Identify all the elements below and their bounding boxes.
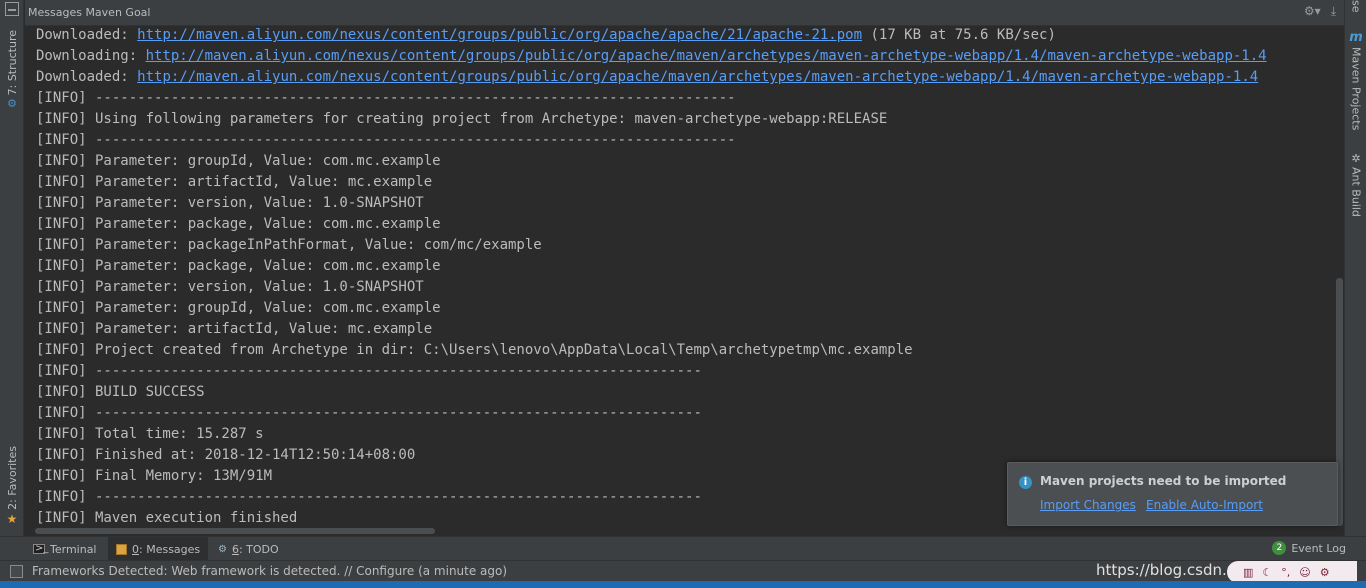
taskbar-strip xyxy=(0,581,1366,588)
tray-gear-icon[interactable]: ⚙ xyxy=(1320,566,1330,579)
right-tab-se-label: se xyxy=(1349,0,1363,13)
status-bar: Frameworks Detected: Web framework is de… xyxy=(0,560,1366,583)
tab-todo-label: : TODO xyxy=(238,542,279,556)
panel-title: Messages Maven Goal xyxy=(28,6,151,19)
messages-icon xyxy=(116,543,127,555)
tab-todo-number: 6 xyxy=(231,542,239,556)
window-layout-icon[interactable] xyxy=(5,2,19,16)
horizontal-scroll-thumb[interactable] xyxy=(35,528,435,534)
hide-panel-icon[interactable]: ⤓ xyxy=(1331,4,1336,19)
enable-auto-import-link[interactable]: Enable Auto-Import xyxy=(1146,498,1263,512)
favorites-tab-label: 2: Favorites xyxy=(5,446,19,510)
tab-todo[interactable]: ⚙ 6: TODO xyxy=(210,537,287,561)
console-line: Downloading: http://maven.aliyun.com/nex… xyxy=(36,46,1267,67)
favorites-tab[interactable]: ★ 2: Favorites xyxy=(0,445,24,527)
event-log-button[interactable]: 2 Event Log xyxy=(1272,541,1346,555)
console-line: [INFO] Parameter: package, Value: com.mc… xyxy=(36,216,441,232)
console-line: [INFO] Parameter: artifactId, Value: mc.… xyxy=(36,321,433,337)
horizontal-scrollbar[interactable] xyxy=(25,526,1344,536)
tab-messages-label: : Messages xyxy=(139,542,201,556)
tab-messages[interactable]: 0: Messages xyxy=(108,537,209,561)
download-link[interactable]: http://maven.aliyun.com/nexus/content/gr… xyxy=(137,69,1258,85)
console-line: [INFO] Parameter: version, Value: 1.0-SN… xyxy=(36,279,424,295)
console-line: [INFO] ---------------------------------… xyxy=(36,90,736,106)
console-line: [INFO] Parameter: packageInPathFormat, V… xyxy=(36,237,542,253)
console-line: [INFO] ---------------------------------… xyxy=(36,405,702,421)
bottom-tool-bar: >_ Terminal 0: Messages ⚙ 6: TODO 2 Even… xyxy=(0,536,1366,561)
moon-icon[interactable]: ☾ xyxy=(1262,566,1272,579)
line-prefix: Downloaded: xyxy=(36,27,138,43)
console-line: Downloaded: http://maven.aliyun.com/nexu… xyxy=(36,67,1258,88)
maven-projects-label: Maven Projects xyxy=(1349,47,1363,131)
left-tool-strip: ⚙ 7: Structure ★ 2: Favorites xyxy=(0,0,24,536)
terminal-icon: >_ xyxy=(33,543,49,554)
ant-build-tab[interactable]: ✲ Ant Build xyxy=(1345,152,1366,217)
ant-build-label: Ant Build xyxy=(1349,167,1363,217)
console-line: [INFO] BUILD SUCCESS xyxy=(36,384,205,400)
pinyin-icon[interactable]: °, xyxy=(1281,566,1290,579)
messages-panel-header: Messages Maven Goal ⚙▾ ⤓ xyxy=(25,0,1344,26)
tab-messages-number: 0 xyxy=(132,542,139,556)
download-link[interactable]: http://maven.aliyun.com/nexus/content/gr… xyxy=(146,48,1267,64)
event-count-badge: 2 xyxy=(1272,541,1287,555)
console-line: [INFO] Final Memory: 13M/91M xyxy=(36,468,273,484)
console-line: [INFO] Finished at: 2018-12-14T12:50:14+… xyxy=(36,447,416,463)
structure-icon: ⚙ xyxy=(7,97,17,111)
ant-icon: ✲ xyxy=(1351,152,1361,165)
maven-import-notification: i Maven projects need to be imported Imp… xyxy=(1007,462,1338,526)
tab-terminal-label: Terminal xyxy=(50,542,97,556)
console-output[interactable]: Downloaded: http://maven.aliyun.com/nexu… xyxy=(25,26,1344,526)
event-log-label: Event Log xyxy=(1291,541,1346,555)
right-tool-strip: se m Maven Projects ✲ Ant Build xyxy=(1344,0,1366,536)
todo-icon: ⚙ xyxy=(218,543,227,555)
console-line: [INFO] Project created from Archetype in… xyxy=(36,342,913,358)
maven-projects-tab[interactable]: m Maven Projects xyxy=(1345,30,1366,130)
maven-icon: m xyxy=(1349,30,1363,45)
right-tab-se[interactable]: se xyxy=(1345,0,1366,13)
download-link[interactable]: http://maven.aliyun.com/nexus/content/gr… xyxy=(137,27,862,43)
console-line: [INFO] Maven execution finished xyxy=(36,510,298,526)
notification-title: Maven projects need to be imported xyxy=(1040,474,1287,488)
structure-tab-label: 7: Structure xyxy=(5,29,19,96)
line-prefix: Downloaded: xyxy=(36,69,138,85)
line-suffix: (17 KB at 75.6 KB/sec) xyxy=(862,27,1056,43)
status-message[interactable]: Frameworks Detected: Web framework is de… xyxy=(32,561,507,581)
console-line: [INFO] Parameter: package, Value: com.mc… xyxy=(36,258,441,274)
structure-tab[interactable]: ⚙ 7: Structure xyxy=(0,30,24,110)
system-tray: ▥ ☾ °, ☺ ⚙ xyxy=(1227,561,1357,583)
info-icon: i xyxy=(1019,476,1032,489)
import-changes-link[interactable]: Import Changes xyxy=(1040,498,1136,512)
line-prefix: Downloading: xyxy=(36,48,146,64)
smile-icon[interactable]: ☺ xyxy=(1299,566,1310,579)
panel-header-icons: ⚙▾ ⤓ xyxy=(1304,4,1336,19)
star-icon: ★ xyxy=(6,511,18,526)
console-line: [INFO] Parameter: groupId, Value: com.mc… xyxy=(36,300,441,316)
console-line: [INFO] ---------------------------------… xyxy=(36,132,736,148)
book-icon[interactable]: ▥ xyxy=(1243,566,1253,579)
gear-icon[interactable]: ⚙▾ xyxy=(1304,4,1321,19)
console-line: [INFO] Parameter: artifactId, Value: mc.… xyxy=(36,174,433,190)
status-toggle-icon[interactable] xyxy=(10,565,23,578)
console-line: [INFO] Parameter: groupId, Value: com.mc… xyxy=(36,153,441,169)
console-line: [INFO] Using following parameters for cr… xyxy=(36,111,888,127)
console-line: [INFO] Parameter: version, Value: 1.0-SN… xyxy=(36,195,424,211)
tab-terminal[interactable]: >_ Terminal xyxy=(25,537,105,561)
console-line: [INFO] Total time: 15.287 s xyxy=(36,426,264,442)
vertical-scrollbar[interactable] xyxy=(1334,26,1344,526)
console-line: [INFO] ---------------------------------… xyxy=(36,363,702,379)
console-line: Downloaded: http://maven.aliyun.com/nexu… xyxy=(36,26,1056,46)
console-line: [INFO] ---------------------------------… xyxy=(36,489,702,505)
